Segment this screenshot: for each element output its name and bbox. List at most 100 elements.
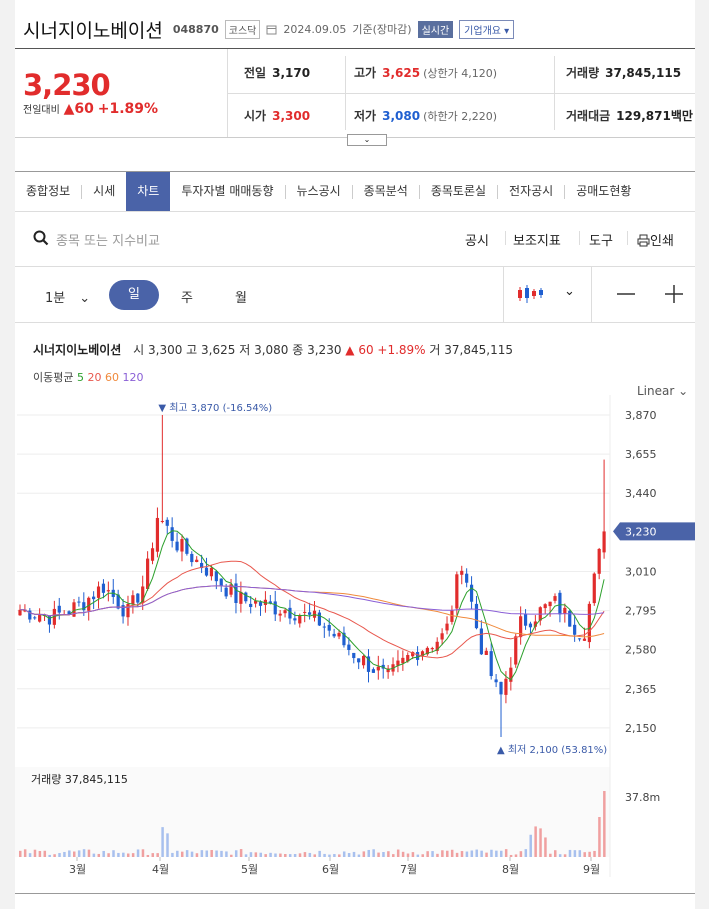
tab-7[interactable]: 전자공시 <box>498 172 564 211</box>
candle-body <box>131 595 135 604</box>
volume-value: 37,845,115 <box>605 66 682 80</box>
up-triangle-icon: ▲ <box>63 101 75 117</box>
volume-bar <box>82 849 86 857</box>
volume-bar <box>416 854 420 857</box>
candle-body <box>249 603 253 608</box>
stock-page: 시너지이노베이션 048870 코스닥 2024.09.05 기준(장마감) 실… <box>15 0 695 909</box>
volume-label: 거래량 <box>566 66 600 80</box>
tools-button[interactable]: 도구 <box>589 230 613 249</box>
candle-body <box>204 567 209 576</box>
compare-search-input[interactable]: 종목 또는 지수비교 <box>56 230 160 249</box>
volume-bar <box>367 849 370 857</box>
company-overview-button[interactable]: 기업개요 ▾ <box>459 19 515 39</box>
indicator-button[interactable]: 보조지표 <box>513 230 561 249</box>
candle-body <box>474 603 479 629</box>
company-overview-label: 기업개요 <box>464 25 501 37</box>
week-period-button[interactable]: 주 <box>181 287 193 306</box>
lower-limit: (하한가 2,220) <box>423 110 497 123</box>
search-icon[interactable] <box>33 230 49 250</box>
volume-bar <box>303 852 307 857</box>
ohlc-part: 거 37,845,115 <box>425 343 513 357</box>
candle-body <box>499 681 503 695</box>
tab-8[interactable]: 공매도현황 <box>565 172 642 211</box>
ohlc-part: 3,080 <box>254 343 289 357</box>
realtime-badge[interactable]: 실시간 <box>417 20 454 38</box>
volume-bar <box>77 850 81 857</box>
candle-body <box>337 632 341 637</box>
tab-4[interactable]: 뉴스공시 <box>286 172 352 211</box>
volume-bar <box>554 850 557 857</box>
volume-bar <box>274 853 277 857</box>
candlestick-type-icon[interactable] <box>517 283 543 309</box>
volume-bar <box>141 849 145 857</box>
volume-bar <box>347 853 351 857</box>
month-period-button[interactable]: 월 <box>235 287 247 306</box>
volume-bar <box>426 851 429 857</box>
volume-bar <box>495 850 498 857</box>
volume-bar <box>475 849 478 857</box>
tab-0[interactable]: 종합정보 <box>15 172 81 211</box>
minute-label: 1분 <box>45 291 66 306</box>
volume-bar <box>102 850 105 857</box>
volume-bar <box>136 849 140 857</box>
volume-bar <box>490 849 493 857</box>
volume-bar <box>298 853 302 857</box>
candle-body <box>460 570 464 575</box>
trade-value: 거래대금 129,871백만 <box>566 107 693 124</box>
candle-body <box>180 539 184 552</box>
zoom-out-icon[interactable] <box>617 285 635 307</box>
y-tick-label: 3,870 <box>625 409 657 422</box>
candle-body <box>298 615 302 624</box>
candle-body <box>77 601 81 603</box>
tab-5[interactable]: 종목분석 <box>353 172 419 211</box>
volume-bar <box>225 851 228 857</box>
volume-bar <box>573 850 577 857</box>
volume-bar <box>161 827 164 857</box>
minute-period-select[interactable]: 1분 ⌄ <box>45 287 90 306</box>
expand-toggle[interactable]: ⌄ <box>347 134 387 146</box>
candle-body <box>150 548 155 561</box>
volume-bar <box>92 853 96 857</box>
print-button[interactable]: 인쇄 <box>637 230 674 249</box>
candle-body <box>347 644 351 650</box>
candle-body <box>445 623 449 631</box>
volume-bar <box>598 817 601 857</box>
volume-bar <box>544 837 547 857</box>
volume: 거래량 37,845,115 <box>566 64 681 81</box>
tab-1[interactable]: 시세 <box>82 172 126 211</box>
trade-value-value: 129,871 <box>616 109 671 123</box>
ohlc-part: 종 3,230 <box>288 343 346 357</box>
candle-body <box>514 636 518 665</box>
volume-bar <box>583 852 586 857</box>
volume-bar <box>441 850 444 857</box>
zoom-in-icon[interactable] <box>665 285 683 307</box>
chevron-down-icon[interactable]: ⌄ <box>564 284 575 299</box>
volume-bar <box>588 851 591 857</box>
volume-bar <box>549 853 552 857</box>
volume-bar <box>112 850 115 857</box>
tab-2[interactable]: 차트 <box>126 172 171 211</box>
price-chart[interactable]: 3,870 3,655 3,440 3,010 2,795 2,580 2,365 2,150… <box>15 395 695 895</box>
high-label: 고가 <box>354 66 377 80</box>
prev-close-value: 3,170 <box>272 66 311 80</box>
candle-body <box>244 592 248 602</box>
tab-3[interactable]: 투자자별 매매동향 <box>170 172 284 211</box>
candle-body <box>415 651 420 660</box>
volume-bar <box>446 850 449 857</box>
candle-body <box>303 611 307 613</box>
disclosure-button[interactable]: 공시 <box>465 230 489 249</box>
volume-bar <box>33 849 37 857</box>
volume-bar <box>190 851 194 857</box>
tab-6[interactable]: 종목토론실 <box>420 172 497 211</box>
ma-120: 120 <box>122 371 144 384</box>
volume-bar <box>352 851 356 857</box>
y-tick-label: 3,655 <box>625 448 657 461</box>
candle-body <box>209 567 214 577</box>
candle-body <box>465 573 469 583</box>
y-tick-label: 2,580 <box>625 644 657 657</box>
day-period-button[interactable]: 일 <box>109 280 159 310</box>
y-tick-label: 3,010 <box>625 565 657 578</box>
candle-body <box>553 596 557 601</box>
candle-body <box>602 531 606 553</box>
volume-bar <box>171 852 174 857</box>
